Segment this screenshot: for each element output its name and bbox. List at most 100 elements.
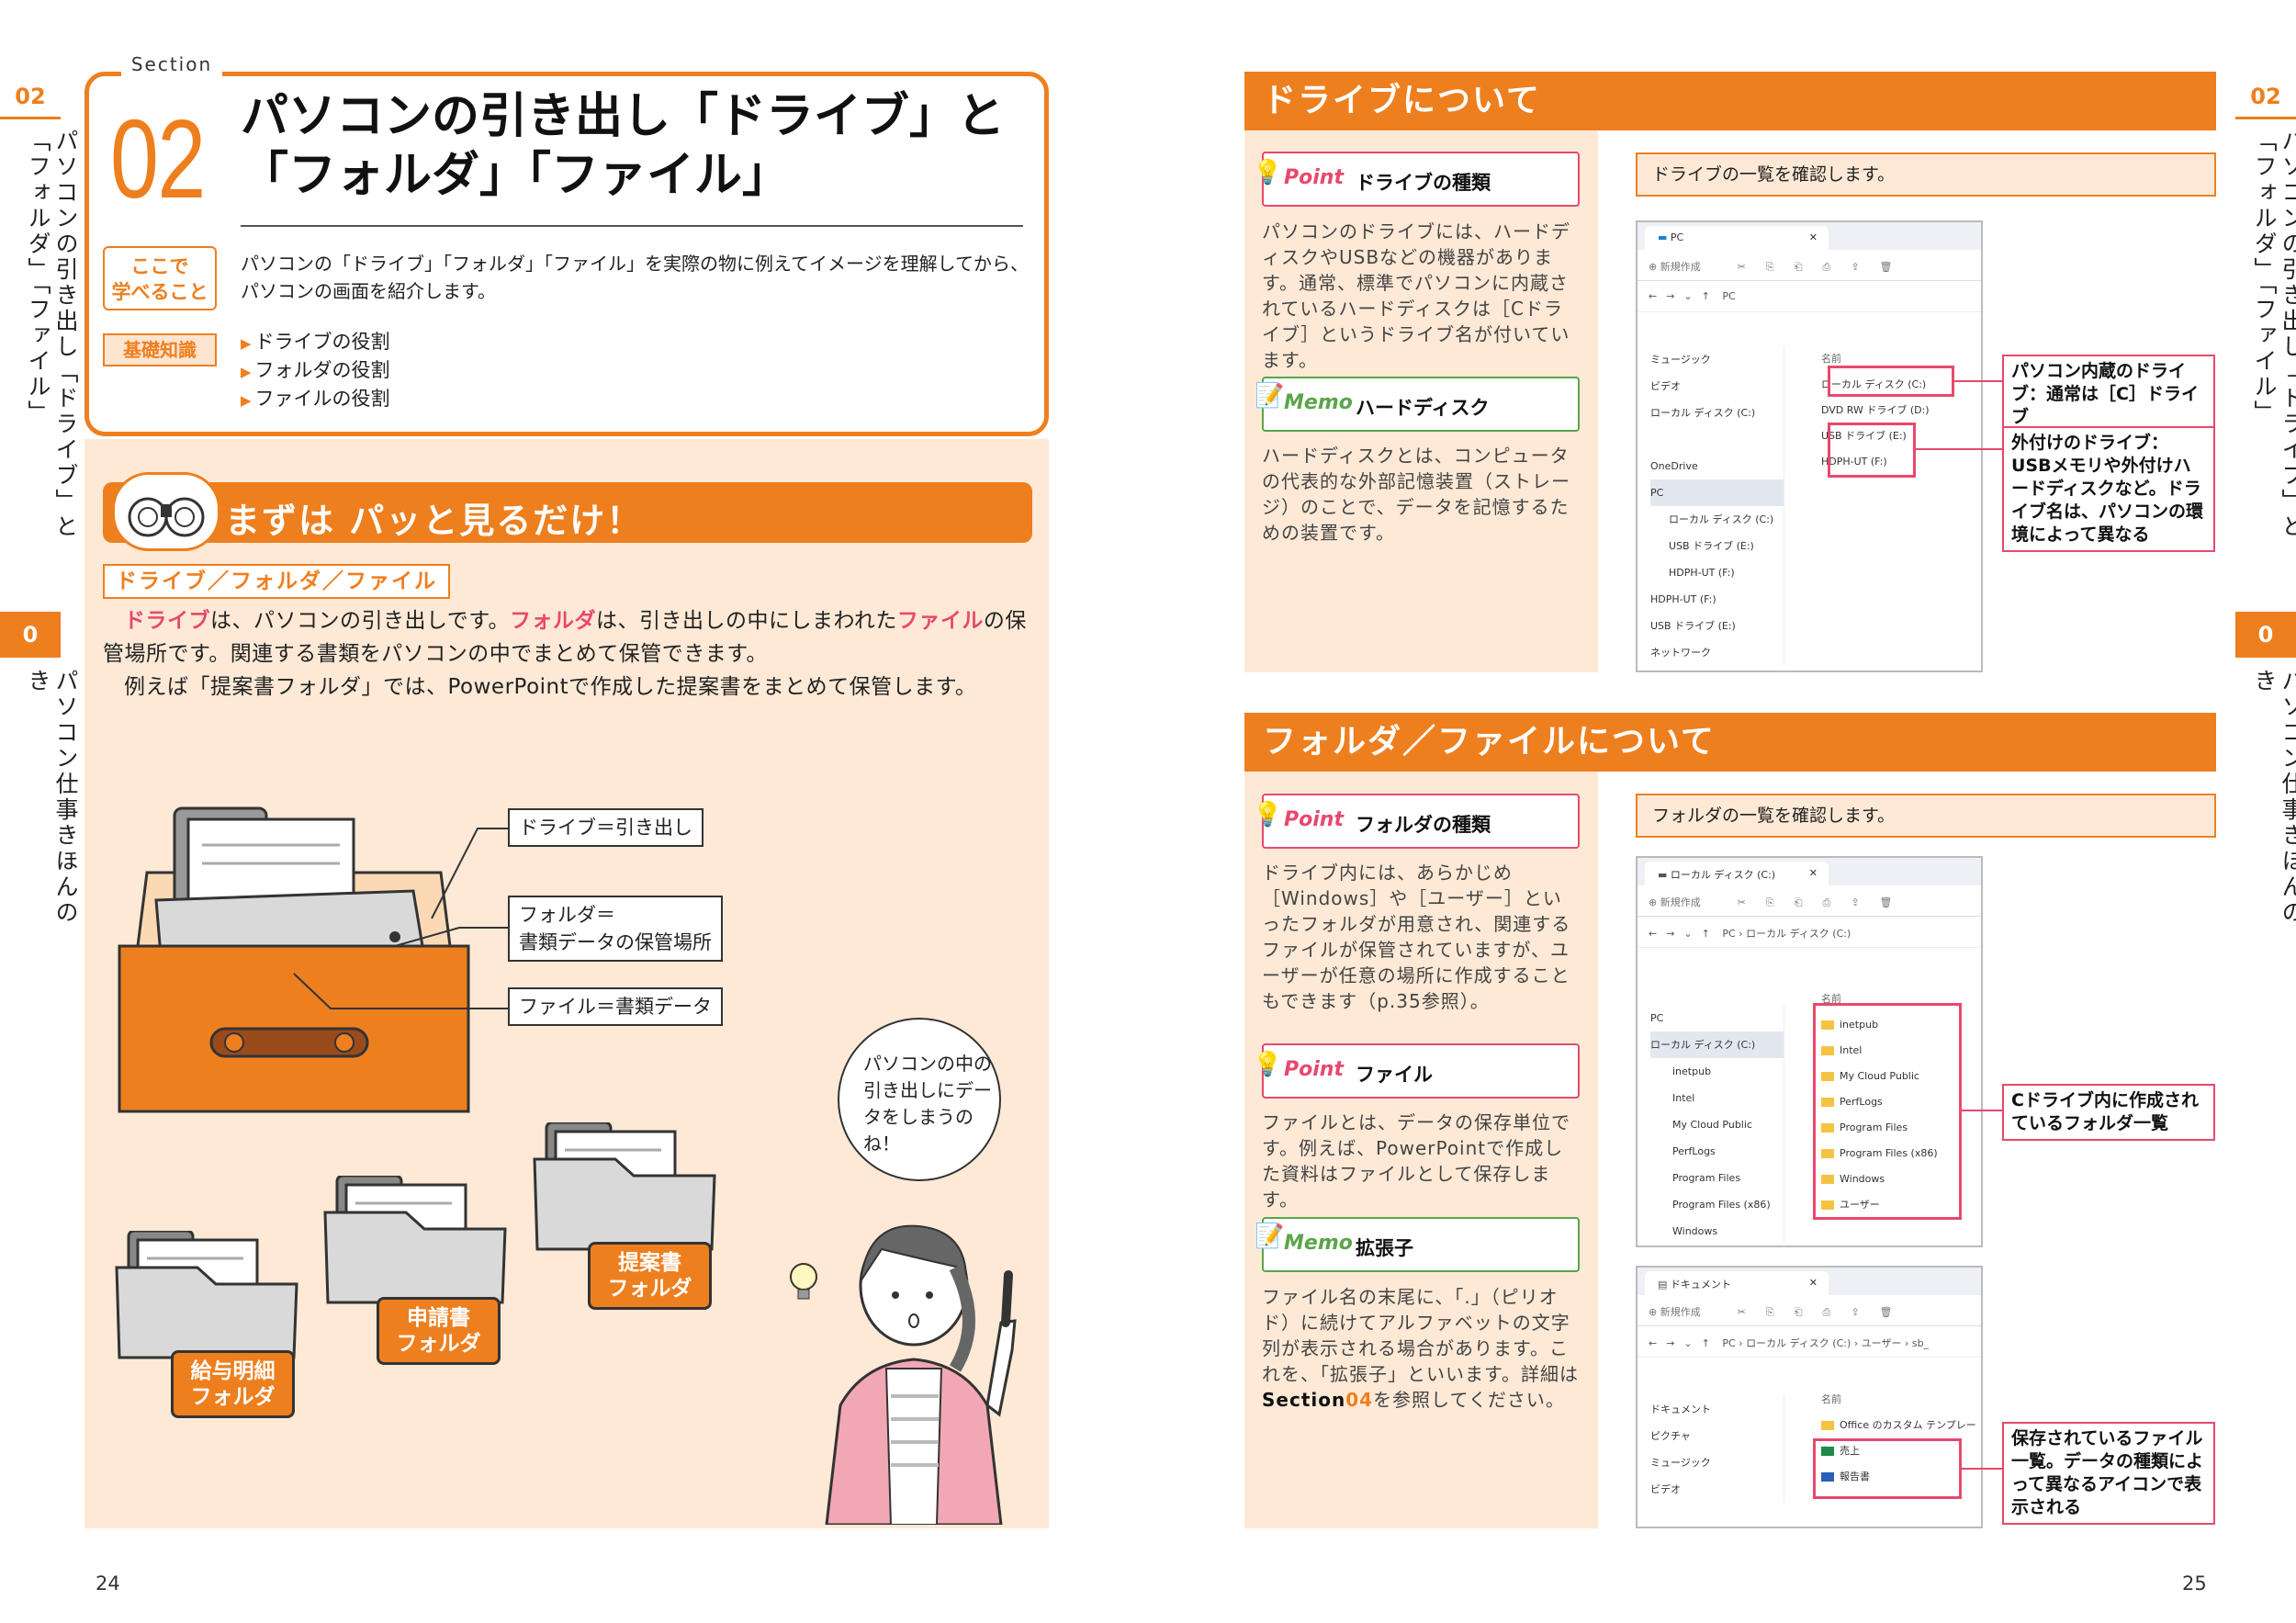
nav-item[interactable]: inetpub [1650, 1058, 1784, 1085]
nav-item[interactable]: My Cloud Public [1650, 1111, 1784, 1138]
window-tab[interactable]: ▬ PC ✕ [1645, 226, 1829, 250]
callout-line [1962, 1110, 2002, 1111]
nav-item [1650, 426, 1784, 453]
navigation-pane: ドキュメント ピクチャ ミュージック ビデオ [1638, 1396, 1784, 1503]
drive-point-box: 💡 Point ドライブの種類 [1253, 152, 1580, 207]
nav-arrows-icon: ←→⌄↑ [1649, 290, 1719, 302]
drive-icon: ▬ [1658, 869, 1671, 881]
section-number: 02 [110, 96, 206, 221]
drive-memo-box: 📝 Memo ハードディスク [1255, 377, 1580, 432]
highlight-folder-list [1813, 1003, 1962, 1220]
drive-section-banner: ドライブについて [1244, 72, 2216, 130]
address-bar[interactable]: ←→⌄↑ PC › ローカル ディスク (C:) › ユーザー › sb_ [1638, 1326, 1981, 1358]
address-bar[interactable]: ←→⌄↑ PC › ローカル ディスク (C:) [1638, 917, 1981, 948]
nav-item[interactable]: Program Files [1650, 1165, 1784, 1191]
point-title: フォルダの種類 [1356, 814, 1491, 836]
close-icon[interactable]: ✕ [1809, 867, 1818, 879]
nav-item[interactable]: ドキュメント [1650, 1396, 1784, 1423]
address-text: PC [1722, 290, 1736, 302]
page-number-right: 25 [2182, 1572, 2207, 1595]
plus-icon: ⊕ [1649, 1306, 1660, 1318]
nav-item[interactable]: HDPH-UT (F:) [1650, 586, 1784, 613]
nav-item[interactable]: ローカル ディスク (C:) [1650, 400, 1784, 426]
memo-label: Memo [1284, 391, 1353, 414]
nav-item[interactable]: ローカル ディスク (C:) [1650, 1031, 1784, 1058]
basic-knowledge-tag: 基礎知識 [103, 333, 217, 366]
plus-icon: ⊕ [1649, 896, 1660, 908]
folder-icon [533, 1122, 716, 1251]
column-header-name[interactable]: 名前 [1821, 1387, 1981, 1413]
nav-item[interactable]: PC [1650, 1005, 1784, 1031]
address-text: PC › ローカル ディスク (C:) [1722, 928, 1851, 940]
document-icon: ▤ [1658, 1279, 1671, 1291]
list-item[interactable]: Office のカスタム テンプレート [1821, 1413, 1981, 1457]
page-title-line2: 「フォルダ」「ファイル」 [241, 148, 791, 203]
nav-item[interactable]: ネットワーク [1650, 639, 1784, 666]
window-tab[interactable]: ▤ ドキュメント ✕ [1645, 1271, 1829, 1295]
memo-icon: 📝 [1255, 1223, 1285, 1250]
callout-line [1916, 448, 2002, 450]
close-icon[interactable]: ✕ [1809, 1277, 1818, 1289]
close-icon[interactable]: ✕ [1809, 231, 1818, 243]
toolbar-icons: ✂⎘⎗⎙⇪🗑 [1737, 1306, 1913, 1318]
nav-item[interactable]: PerfLogs [1650, 1138, 1784, 1165]
point-label: Point [1284, 166, 1344, 189]
glance-body: ドライブは、パソコンの引き出しです。フォルダは、引き出しの中にしまわれたファイル… [103, 604, 1040, 704]
new-button[interactable]: 新規作成 [1660, 261, 1701, 273]
nav-item[interactable]: Program Files (x86) [1650, 1191, 1784, 1218]
nav-item[interactable]: USB ドライブ (E:) [1650, 533, 1784, 559]
point-title: ドライブの種類 [1356, 172, 1491, 194]
drive-memo-text: ハードディスクとは、コンピュータの代表的な外部記憶装置（ストレージ）のことで、デ… [1262, 445, 1570, 544]
list-item[interactable]: DVD RW ドライブ (D:) [1821, 398, 1930, 423]
title-divider [241, 225, 1023, 227]
side-section-number-right: 02 [2235, 73, 2296, 119]
nav-item[interactable]: ピクチャ [1650, 1423, 1784, 1449]
nav-item[interactable]: USB ドライブ (E:) [1650, 613, 1784, 639]
window-tab-label: ローカル ディスク (C:) [1670, 869, 1776, 881]
window-tab[interactable]: ▬ ローカル ディスク (C:) ✕ [1645, 862, 1829, 885]
callout-external-drive: 外付けのドライブ：USBメモリや外付けハードディスクなど。ドライブ名は、パソコン… [2002, 426, 2215, 552]
window-tabbar: ▬ ローカル ディスク (C:) ✕ [1638, 858, 1981, 885]
folder-point-box: 💡 Point フォルダの種類 [1253, 794, 1580, 849]
callout-line [1954, 380, 2002, 382]
extension-memo-text: ファイル名の末尾に、「.」（ピリオド）に続けてアルファベットの文字列が表示される… [1262, 1284, 1580, 1413]
window-tab-label: PC [1670, 231, 1684, 243]
label-folder-line2: 書類データの保管場所 [519, 931, 712, 953]
plus-icon: ⊕ [1649, 261, 1660, 273]
label-drive: ドライブ＝引き出し [508, 808, 703, 847]
callout-folder-list: Cドライブ内に作成されているフォルダ一覧 [2002, 1084, 2215, 1141]
monitor-icon: ▬ [1658, 231, 1671, 243]
nav-item[interactable]: HDPH-UT (F:) [1650, 559, 1784, 586]
new-button[interactable]: 新規作成 [1660, 1306, 1701, 1318]
lightbulb-icon: 💡 [1253, 801, 1283, 828]
nav-item[interactable]: PC [1650, 479, 1784, 506]
window-tabbar: ▤ ドキュメント ✕ [1638, 1268, 1981, 1295]
toolbar-icons: ✂⎘⎗⎙⇪🗑 [1737, 261, 1913, 273]
callout-internal-drive: パソコン内蔵のドライブ：通常は［C］ドライブ [2002, 355, 2215, 434]
drive-caption: ドライブの一覧を確認します。 [1636, 152, 2216, 197]
label-connectors [293, 828, 510, 1009]
new-button[interactable]: 新規作成 [1660, 896, 1701, 908]
memo-icon: 📝 [1255, 382, 1285, 410]
label-file: ファイル＝書類データ [508, 987, 723, 1026]
nav-arrows-icon: ←→⌄↑ [1649, 928, 1719, 940]
window-toolbar: ⊕ 新規作成 ✂⎘⎗⎙⇪🗑 [1638, 1295, 1981, 1326]
nav-item[interactable]: OneDrive [1650, 453, 1784, 479]
nav-item[interactable]: ローカル ディスク (C:) [1650, 506, 1784, 533]
side-chapter-number: 0 [0, 612, 61, 658]
glance-subheading: ドライブ／フォルダ／ファイル [103, 564, 450, 599]
nav-item[interactable]: ミュージック [1650, 346, 1784, 373]
section-ref-number: 04 [1345, 1389, 1374, 1411]
nav-item[interactable]: Intel [1650, 1085, 1784, 1111]
side-section-title: パソコンの引き出し「ドライブ」と「フォルダ」「ファイル」 [25, 129, 79, 540]
address-bar[interactable]: ←→⌄↑ PC [1638, 281, 1981, 312]
memo-title: ハードディスク [1356, 397, 1490, 419]
nav-item[interactable]: Windows [1650, 1218, 1784, 1245]
glance-paragraph-2: 例えば「提案書フォルダ」では、PowerPointで作成した提案書をまとめて保管… [124, 675, 977, 699]
nav-item[interactable]: ビデオ [1650, 373, 1784, 400]
nav-item[interactable]: ミュージック [1650, 1449, 1784, 1476]
nav-item[interactable]: ビデオ [1650, 1476, 1784, 1503]
bullet-item: ドライブの役割 [241, 329, 390, 357]
page-title: パソコンの引き出し「ドライブ」と 「フォルダ」「ファイル」 [241, 87, 1005, 205]
side-section-title-right: パソコンの引き出し「ドライブ」と「フォルダ」「ファイル」 [2251, 129, 2296, 540]
